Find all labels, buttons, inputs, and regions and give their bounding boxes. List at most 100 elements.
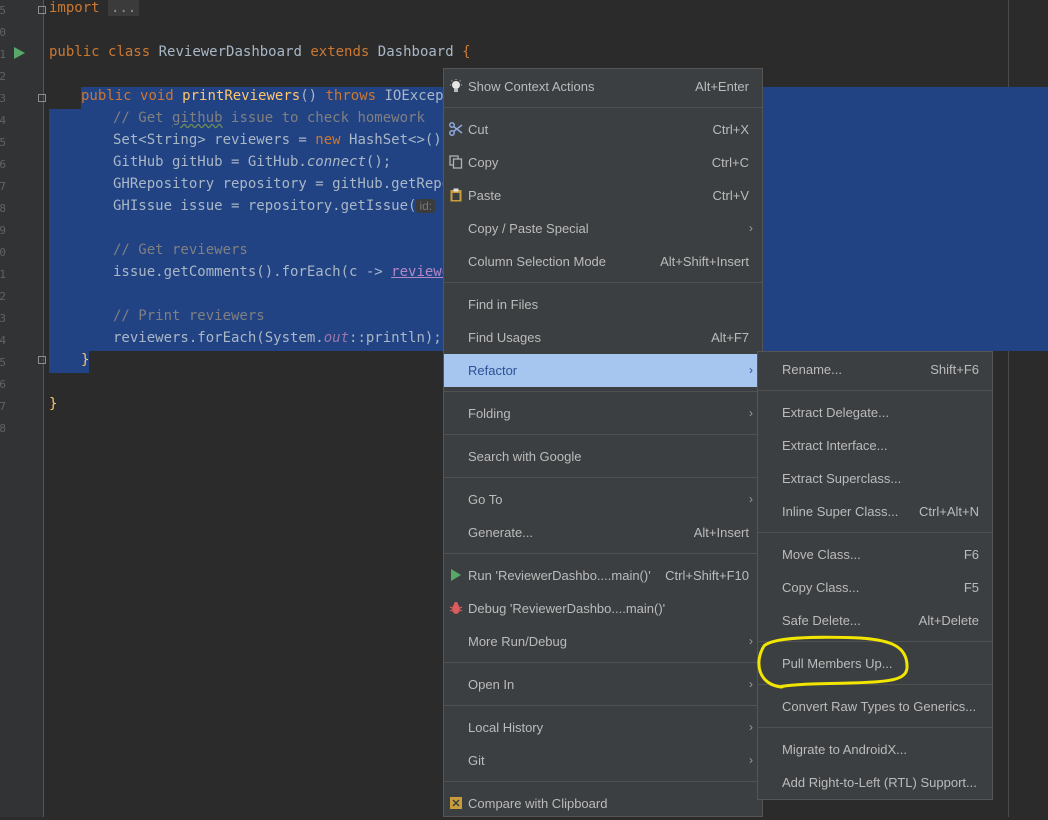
code-text: Set<String> reviewers = <box>113 132 316 148</box>
fold-marker-icon[interactable] <box>38 356 46 364</box>
gutter-divider <box>43 0 44 817</box>
code-line: import ... <box>49 0 140 22</box>
menu-item-label: Extract Interface... <box>782 438 888 453</box>
menu-item-extract-superclass[interactable]: Extract Superclass... <box>758 462 992 495</box>
static-method: connect <box>306 154 366 170</box>
menu-item-label: Move Class... <box>782 547 861 562</box>
menu-item-find-usages[interactable]: Find Usages Alt+F7 <box>444 321 762 354</box>
comment-text: // Get <box>113 110 173 126</box>
menu-item-copy[interactable]: Copy Ctrl+C <box>444 146 762 179</box>
line-number: 6 <box>0 158 6 171</box>
line-number: 1 <box>0 268 6 281</box>
line-number: 7 <box>0 180 6 193</box>
keyword: class <box>108 44 151 60</box>
keyword: public <box>49 44 100 60</box>
menu-item-shortcut: Ctrl+X <box>712 122 749 137</box>
code-line: reviewers.forEach(System.out::println); <box>113 330 442 352</box>
menu-item-find-in-files[interactable]: Find in Files <box>444 288 762 321</box>
menu-item-label: Copy Class... <box>782 580 860 595</box>
submenu-arrow-icon: › <box>749 406 753 420</box>
menu-item-label: Refactor <box>468 363 518 378</box>
menu-item-git[interactable]: Git › <box>444 744 762 777</box>
menu-item-add-rtl-support[interactable]: Add Right-to-Left (RTL) Support... <box>758 766 992 799</box>
menu-item-compare-with-clipboard[interactable]: Compare with Clipboard <box>444 787 762 820</box>
menu-item-more-run-debug[interactable]: More Run/Debug › <box>444 625 762 658</box>
code-line: // Get reviewers <box>113 242 248 258</box>
code-line: Set<String> reviewers = new HashSet<>(); <box>113 132 450 154</box>
fold-marker-icon[interactable] <box>38 6 46 14</box>
menu-item-copy-class[interactable]: Copy Class... F5 <box>758 571 992 604</box>
compare-icon <box>450 797 462 809</box>
menu-item-open-in[interactable]: Open In › <box>444 668 762 701</box>
fold-marker-icon[interactable] <box>38 94 46 102</box>
menu-item-label: Generate... <box>468 525 534 540</box>
code-line: // Print reviewers <box>113 308 265 324</box>
menu-item-local-history[interactable]: Local History › <box>444 711 762 744</box>
copy-icon <box>449 155 463 169</box>
menu-item-paste[interactable]: Paste Ctrl+V <box>444 179 762 212</box>
menu-item-label: Rename... <box>782 362 842 377</box>
menu-item-shortcut: Alt+Insert <box>693 525 749 540</box>
menu-item-label: Search with Google <box>468 449 582 464</box>
menu-item-extract-interface[interactable]: Extract Interface... <box>758 429 992 462</box>
menu-item-migrate-androidx[interactable]: Migrate to AndroidX... <box>758 733 992 766</box>
menu-item-move-class[interactable]: Move Class... F6 <box>758 538 992 571</box>
menu-item-label: Extract Delegate... <box>782 405 889 420</box>
bug-icon <box>449 602 463 614</box>
comment-text: github <box>172 110 223 126</box>
menu-item-generate[interactable]: Generate... Alt+Insert <box>444 516 762 549</box>
menu-item-label: Cut <box>468 122 489 137</box>
menu-item-search-with-google[interactable]: Search with Google <box>444 440 762 473</box>
code-text: reviewers.forEach(System. <box>113 330 324 346</box>
submenu-arrow-icon: › <box>749 492 753 506</box>
code-line: GitHub gitHub = GitHub.connect(); <box>113 154 391 176</box>
editor-gutter <box>0 0 43 817</box>
menu-item-cut[interactable]: Cut Ctrl+X <box>444 113 762 146</box>
code-text: GitHub gitHub = GitHub. <box>113 154 307 170</box>
menu-separator <box>758 532 992 533</box>
submenu-arrow-icon: › <box>749 720 753 734</box>
line-number: 0 <box>0 246 6 259</box>
menu-item-label: Run 'ReviewerDashbo....main()' <box>468 568 651 583</box>
menu-item-go-to[interactable]: Go To › <box>444 483 762 516</box>
run-gutter-icon[interactable] <box>14 47 25 59</box>
menu-item-shortcut: Ctrl+C <box>711 155 749 170</box>
menu-item-folding[interactable]: Folding › <box>444 397 762 430</box>
menu-item-label: Go To <box>468 492 503 507</box>
menu-item-label: More Run/Debug <box>468 634 567 649</box>
menu-item-label: Inline Super Class... <box>782 504 899 519</box>
menu-item-copy-paste-special[interactable]: Copy / Paste Special › <box>444 212 762 245</box>
keyword: throws <box>325 88 377 104</box>
closing-brace: } <box>81 352 90 368</box>
menu-separator <box>444 477 762 478</box>
menu-item-shortcut: Alt+Shift+Insert <box>660 254 749 269</box>
menu-item-rename[interactable]: Rename... Shift+F6 <box>758 353 992 386</box>
menu-item-debug[interactable]: Debug 'ReviewerDashbo....main()' <box>444 592 762 625</box>
run-icon <box>451 569 461 581</box>
line-number: 2 <box>0 70 6 83</box>
menu-item-show-context-actions[interactable]: Show Context Actions Alt+Enter <box>444 70 762 103</box>
menu-item-run[interactable]: Run 'ReviewerDashbo....main()' Ctrl+Shif… <box>444 559 762 592</box>
menu-separator <box>444 781 762 782</box>
menu-item-label: Show Context Actions <box>468 79 595 94</box>
menu-item-inline-super-class[interactable]: Inline Super Class... Ctrl+Alt+N <box>758 495 992 528</box>
code-line: public void printReviewers() throws IOEx… <box>81 88 460 110</box>
menu-item-label: Folding <box>468 406 511 421</box>
line-number: 8 <box>0 202 6 215</box>
context-menu: Show Context Actions Alt+Enter Cut Ctrl+… <box>443 68 763 817</box>
code-line: public class ReviewerDashboard extends D… <box>49 44 471 66</box>
menu-item-label: Find in Files <box>468 297 539 312</box>
menu-item-refactor[interactable]: Refactor › <box>444 354 762 387</box>
parent-class: Dashboard <box>377 44 454 60</box>
keyword: void <box>140 88 174 104</box>
code-text: GHIssue issue = repository.getIssue( <box>113 198 417 214</box>
line-number: 3 <box>0 92 6 105</box>
menu-item-label: Find Usages <box>468 330 541 345</box>
menu-item-column-selection-mode[interactable]: Column Selection Mode Alt+Shift+Insert <box>444 245 762 278</box>
keyword: public <box>81 88 132 104</box>
collapsed-imports[interactable]: ... <box>108 0 140 16</box>
menu-item-extract-delegate[interactable]: Extract Delegate... <box>758 396 992 429</box>
menu-item-label: Migrate to AndroidX... <box>782 742 908 757</box>
line-number: 5 <box>0 136 6 149</box>
menu-item-label: Copy / Paste Special <box>468 221 589 236</box>
